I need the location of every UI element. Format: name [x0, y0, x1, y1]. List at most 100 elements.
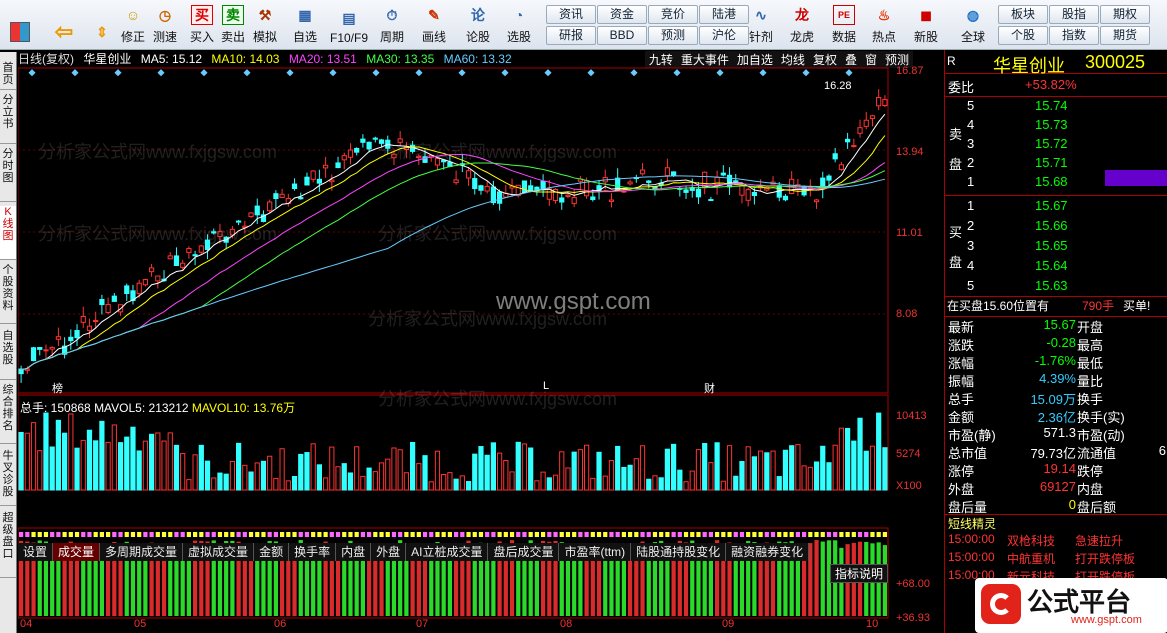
futures-button[interactable]: 期货 [1100, 26, 1150, 45]
stat-row: 市盈(静) 571.3 市盈(动) [945, 425, 1167, 443]
tab-after-hours[interactable]: 盘后成交量 [488, 543, 560, 561]
stat-label: 最新 [948, 320, 975, 335]
tab-amount[interactable]: 金额 [254, 543, 290, 561]
candle-body [298, 197, 304, 200]
new-stock-button[interactable]: ◼ 新股 [910, 3, 942, 47]
index-button[interactable]: 指数 [1049, 26, 1099, 45]
indicator-top-strip [795, 532, 800, 537]
volume-bar [24, 432, 30, 491]
tab-multi-period[interactable]: 多周期成交量 [100, 543, 184, 561]
tab-margin[interactable]: 融资融券变化 [726, 543, 810, 561]
tab-ranking[interactable]: 综合排名 [0, 384, 16, 444]
stat-label: 金额 [948, 410, 975, 425]
indicator-top-strip [174, 532, 179, 537]
indicator-top-strip [478, 532, 484, 537]
buy-button[interactable]: 买买入 [187, 3, 217, 47]
indicator-top-strip [683, 532, 689, 537]
sell-price: 15.68 [1035, 174, 1068, 189]
tab-settings[interactable]: 设置 [18, 543, 54, 561]
volume-bar [62, 432, 68, 491]
forecast-button[interactable]: 预测 [648, 26, 698, 45]
stock-picker-button[interactable]: ◔ 选股 [503, 3, 535, 47]
stock-button[interactable]: 个股 [998, 26, 1048, 45]
event-diamond [673, 69, 681, 77]
research-button[interactable]: 研报 [546, 26, 596, 45]
options-button[interactable]: 期权 [1100, 5, 1150, 24]
bidding-button[interactable]: 竞价 [648, 5, 698, 24]
funds-button[interactable]: 资金 [597, 5, 647, 24]
volume-bar [124, 436, 130, 491]
tab-intraday[interactable]: 分时图 [0, 148, 16, 202]
simulate-button[interactable]: ⚒ 模拟 [250, 3, 280, 47]
hotspot-button[interactable]: ♨ 热点 [868, 3, 900, 47]
volume-bar [397, 449, 403, 491]
forum-button[interactable]: 论论股 [462, 3, 494, 47]
stat-value: 15.67 [1043, 317, 1076, 332]
indicator-top-strip [696, 532, 701, 537]
vol-label-1: 10413 [896, 410, 927, 422]
back-arrow-icon[interactable]: ⇦ [50, 3, 78, 47]
volume-bar [776, 476, 782, 491]
tab-inner[interactable]: 内盘 [336, 543, 372, 561]
f10-button[interactable]: ▤ F10/F9 [328, 3, 370, 47]
tab-northbound[interactable]: 陆股通持股变化 [631, 543, 727, 561]
candle-body [465, 170, 472, 179]
weibi-label: 委比 [948, 80, 975, 95]
candle-body [360, 138, 366, 143]
fix-button[interactable]: ☺ 修正 [118, 3, 148, 47]
tab-pe-ttm[interactable]: 市盈率(ttm) [559, 543, 632, 561]
tab-outer[interactable]: 外盘 [371, 543, 407, 561]
indicator-bar [820, 541, 825, 616]
tab-kline[interactable]: K线图 [0, 206, 16, 260]
volume-bar [323, 477, 329, 491]
draw-line-button[interactable]: ✎ 画线 [418, 3, 450, 47]
speed-test-button[interactable]: ◷ 测速 [150, 3, 180, 47]
candle-body [869, 115, 876, 120]
tab-profile[interactable]: 个股资料 [0, 264, 16, 324]
dragon-tiger-button[interactable]: 龙龙虎 [786, 3, 818, 47]
news-button[interactable]: 资讯 [546, 5, 596, 24]
tab-turnover[interactable]: 换手率 [289, 543, 337, 561]
index-futures-button[interactable]: 股指 [1049, 5, 1099, 24]
tab-home[interactable]: 首页 [0, 62, 16, 90]
bbd-button[interactable]: BBD [597, 26, 647, 45]
volume-bar [621, 466, 627, 491]
tab-super-book[interactable]: 超级盘口 [0, 512, 16, 578]
indicator-help-button[interactable]: 指标说明 [830, 564, 889, 583]
sector-button[interactable]: 板块 [998, 5, 1048, 24]
updown-icon[interactable]: ⇕ [88, 3, 116, 47]
tab-book[interactable]: 分立书 [0, 94, 16, 144]
volume-bar [559, 451, 565, 491]
hk-connect-button[interactable]: 陆港 [699, 5, 749, 24]
tab-volume[interactable]: 成交量 [53, 543, 101, 561]
grid-icon[interactable] [6, 3, 34, 47]
global-button[interactable]: ◍ 全球 [955, 3, 991, 47]
kline-chart-area[interactable]: 日线(复权) 华星创业 MA5: 15.12 MA10: 14.03 MA20:… [18, 50, 943, 633]
needle-button[interactable]: ∿ 针剂 [745, 3, 777, 47]
tab-virtual-volume[interactable]: 虚拟成交量 [183, 543, 255, 561]
volume-bar [211, 477, 217, 491]
shanghai-london-button[interactable]: 沪伦 [699, 26, 749, 45]
tab-watchlist[interactable]: 自选股 [0, 330, 16, 380]
indicator-top-strip [615, 532, 620, 537]
indicator-top-strip [870, 532, 875, 537]
volume-bar [845, 427, 851, 491]
data-button[interactable]: PE 数据 [828, 3, 860, 47]
candle-body [93, 320, 99, 323]
candle-body [372, 137, 378, 140]
watchlist-button[interactable]: ▦ 自选 [288, 3, 322, 47]
period-button[interactable]: ⏱ 周期 [376, 3, 408, 47]
candle-body [180, 262, 186, 268]
wizard-event: 打开跌停板 [1075, 552, 1136, 566]
indicator-top-strip [628, 532, 633, 537]
indicator-top-strip [789, 532, 794, 537]
tab-diagnosis[interactable]: 牛叉诊股 [0, 450, 16, 506]
candle-body [211, 231, 217, 234]
volume-bar [167, 432, 173, 491]
tab-ai-volume[interactable]: AI立桩成交量 [406, 543, 489, 561]
volume-bar [720, 480, 726, 491]
volume-bar [497, 452, 503, 491]
stat-value: 4.39% [1039, 371, 1076, 386]
volume-bar [30, 422, 37, 491]
sell-button[interactable]: 卖卖出 [218, 3, 248, 47]
